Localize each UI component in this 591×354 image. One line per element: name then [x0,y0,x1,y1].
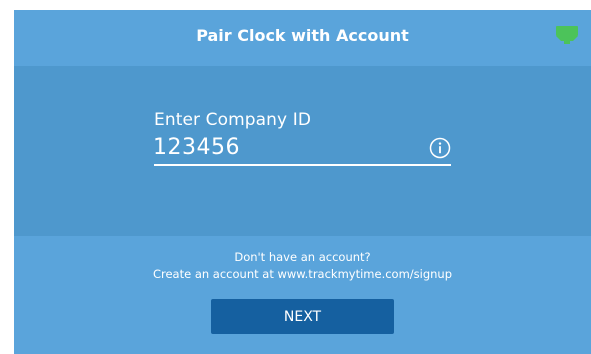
page-title: Pair Clock with Account [196,26,409,45]
header-bar: Pair Clock with Account [14,10,591,66]
next-button[interactable]: NEXT [211,299,394,334]
company-id-label: Enter Company ID [154,110,312,130]
pair-clock-screen: Pair Clock with Account Enter Company ID… [14,10,591,354]
network-connected-icon [556,26,578,44]
signup-instructions-text: Create an account at www.trackmytime.com… [152,267,453,281]
company-id-input[interactable] [153,132,409,162]
no-account-text: Don't have an account? [234,250,371,264]
company-id-panel: Enter Company ID [14,66,591,236]
info-icon[interactable] [429,137,451,159]
company-id-underline [154,164,451,166]
